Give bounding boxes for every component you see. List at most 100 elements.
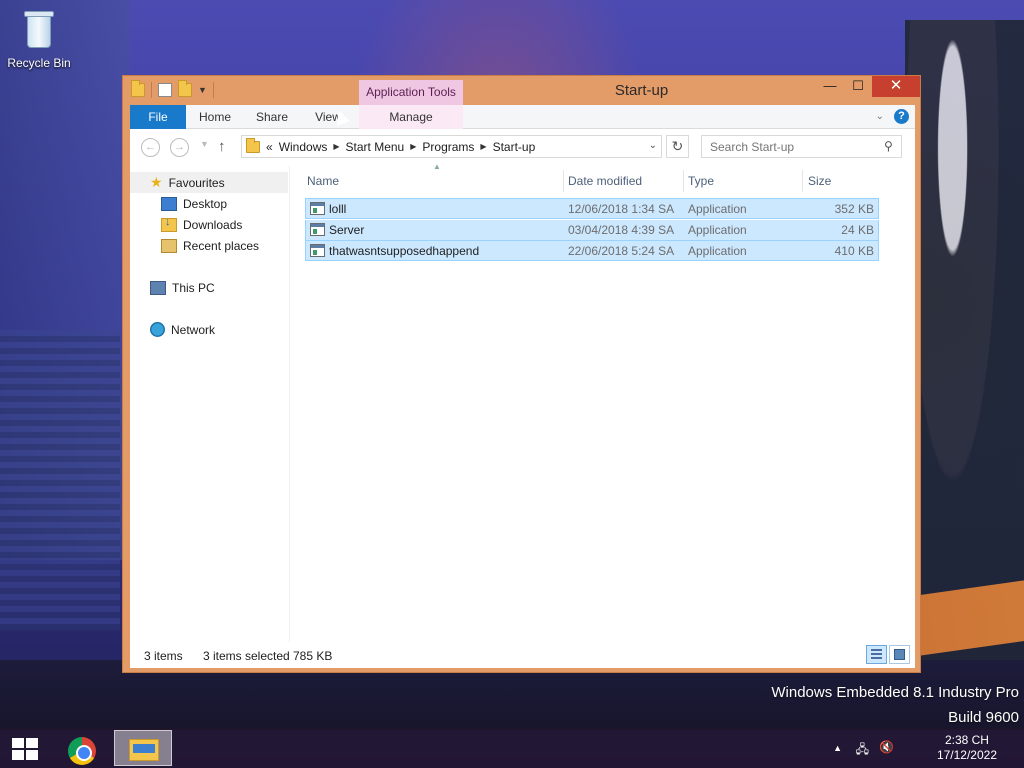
clock-date: 17/12/2022	[936, 748, 997, 762]
network-icon	[150, 322, 165, 337]
column-header-date-modified[interactable]: Date modified	[568, 166, 683, 196]
application-icon	[310, 223, 325, 236]
sidebar-item-recent-places[interactable]: Recent places	[130, 235, 288, 256]
column-header-type[interactable]: Type	[688, 166, 800, 196]
breadcrumb-windows[interactable]: Windows	[279, 140, 328, 154]
window-title: Start-up	[614, 82, 669, 99]
sidebar-item-label: Desktop	[183, 196, 228, 211]
chrome-icon	[68, 737, 96, 765]
sidebar-item-label: Favourites	[168, 175, 225, 190]
status-selection-size: 785 KB	[293, 649, 333, 663]
column-header-size[interactable]: Size	[808, 166, 878, 196]
breadcrumb-separator-icon[interactable]: ▶	[333, 142, 339, 151]
table-row[interactable]: Server 03/04/2018 4:39 SA Application 24…	[305, 220, 879, 241]
file-size: 24 KB	[841, 223, 874, 237]
star-icon: ★	[150, 174, 163, 190]
desktop-icon	[161, 196, 177, 211]
wallpaper-character	[905, 20, 1024, 660]
application-icon	[310, 244, 325, 257]
sidebar-item-label: This PC	[172, 280, 215, 295]
recent-places-icon	[161, 238, 177, 253]
tab-home[interactable]: Home	[186, 105, 244, 129]
wallpaper-tower-detail	[0, 330, 120, 630]
file-date: 22/06/2018 5:24 SA	[568, 244, 675, 258]
taskbar: ▲ 🖧 🔇 2:38 CH 17/12/2022	[0, 728, 1024, 768]
tab-manage[interactable]: Manage	[359, 105, 463, 129]
maximize-button[interactable]: ☐	[844, 76, 872, 97]
file-size: 410 KB	[834, 244, 874, 258]
recycle-bin-shortcut[interactable]: Recycle Bin	[6, 8, 72, 70]
window-controls: — ☐ ✕	[816, 76, 920, 97]
file-type: Application	[688, 202, 747, 216]
up-arrow-icon[interactable]: ↑	[218, 138, 226, 155]
recycle-bin-label: Recycle Bin	[7, 56, 71, 70]
refresh-icon[interactable]: ↻	[666, 135, 689, 158]
show-hidden-icons-chevron-icon[interactable]: ▲	[833, 743, 842, 753]
column-header-name[interactable]: Name	[307, 166, 562, 196]
details-view-button[interactable]	[866, 645, 887, 664]
clock[interactable]: 2:38 CH 17/12/2022	[937, 733, 997, 763]
ribbon-tabs: File Home Share View Manage ⌄ ?	[130, 105, 915, 129]
breadcrumb-programs[interactable]: Programs	[422, 140, 474, 154]
navigation-bar: ← → ▼ ↑ « Windows ▶ Start Menu ▶ Program…	[130, 129, 915, 166]
help-icon[interactable]: ?	[894, 109, 909, 124]
computer-icon	[150, 280, 166, 295]
sidebar-item-label: Downloads	[183, 217, 243, 232]
sidebar-item-desktop[interactable]: Desktop	[130, 193, 288, 214]
file-explorer-icon	[129, 739, 159, 761]
file-type: Application	[688, 244, 747, 258]
expand-ribbon-chevron-icon[interactable]: ⌄	[876, 111, 884, 122]
breadcrumb-overflow[interactable]: «	[266, 140, 273, 154]
sidebar-item-network[interactable]: Network	[130, 319, 288, 340]
sidebar-item-favourites[interactable]: ★ Favourites	[130, 172, 288, 193]
file-name: thatwasntsupposedhappend	[329, 244, 480, 258]
explorer-window: ▼ Application Tools Start-up — ☐ ✕ File …	[122, 75, 921, 673]
os-edition-watermark: Windows Embedded 8.1 Industry Pro	[771, 684, 1019, 701]
volume-muted-icon[interactable]: 🔇	[879, 740, 894, 754]
breadcrumb-separator-icon[interactable]: ▶	[480, 142, 486, 151]
sidebar-item-label: Recent places	[183, 238, 260, 253]
file-type: Application	[688, 223, 747, 237]
title-bar[interactable]: ▼ Application Tools Start-up — ☐ ✕	[123, 76, 920, 105]
os-build-watermark: Build 9600	[948, 709, 1019, 726]
sidebar-item-label: Network	[171, 322, 216, 337]
sidebar-item-downloads[interactable]: Downloads	[130, 214, 288, 235]
taskbar-chrome-button[interactable]	[52, 730, 110, 766]
file-list: ▲ Name Date modified Type Size lolll 12/…	[305, 162, 915, 656]
file-size: 352 KB	[834, 202, 874, 216]
clock-time: 2:38 CH	[944, 733, 989, 747]
navigation-pane: ★ Favourites Desktop Downloads Recent pl…	[130, 166, 290, 656]
large-icons-view-button[interactable]	[889, 645, 910, 664]
breadcrumb-separator-icon[interactable]: ▶	[410, 142, 416, 151]
taskbar-file-explorer-button[interactable]	[114, 730, 172, 766]
file-date: 03/04/2018 4:39 SA	[568, 223, 675, 237]
breadcrumb-start-menu[interactable]: Start Menu	[346, 140, 405, 154]
minimize-button[interactable]: —	[816, 76, 844, 97]
status-selection-count: 3 items selected	[203, 649, 290, 663]
details-view-icon	[871, 649, 882, 660]
forward-arrow-icon[interactable]: →	[170, 138, 189, 157]
address-bar[interactable]: « Windows ▶ Start Menu ▶ Programs ▶ Star…	[241, 135, 662, 158]
content-area: ★ Favourites Desktop Downloads Recent pl…	[130, 162, 915, 656]
recycle-bin-icon	[21, 8, 57, 52]
search-input[interactable]	[701, 135, 902, 158]
sidebar-item-this-pc[interactable]: This PC	[130, 277, 288, 298]
table-row[interactable]: thatwasntsupposedhappend 22/06/2018 5:24…	[305, 240, 879, 261]
application-icon	[310, 202, 325, 215]
close-button[interactable]: ✕	[872, 76, 920, 97]
file-date: 12/06/2018 1:34 SA	[568, 202, 675, 216]
file-name: Server	[329, 223, 365, 237]
back-arrow-icon[interactable]: ←	[141, 138, 160, 157]
address-dropdown-chevron-icon[interactable]: ⌄	[649, 140, 657, 151]
file-name: lolll	[329, 202, 347, 216]
downloads-icon	[161, 216, 177, 232]
breadcrumb-start-up[interactable]: Start-up	[493, 140, 536, 154]
tab-file[interactable]: File	[130, 105, 186, 129]
tab-share[interactable]: Share	[244, 105, 300, 129]
table-row[interactable]: lolll 12/06/2018 1:34 SA Application 352…	[305, 198, 879, 219]
large-icons-view-icon	[894, 649, 905, 660]
search-icon[interactable]: ⚲	[884, 139, 893, 153]
recent-locations-chevron-icon[interactable]: ▼	[200, 139, 209, 149]
network-disconnected-icon[interactable]: 🖧	[856, 740, 869, 761]
start-button[interactable]	[12, 738, 38, 760]
